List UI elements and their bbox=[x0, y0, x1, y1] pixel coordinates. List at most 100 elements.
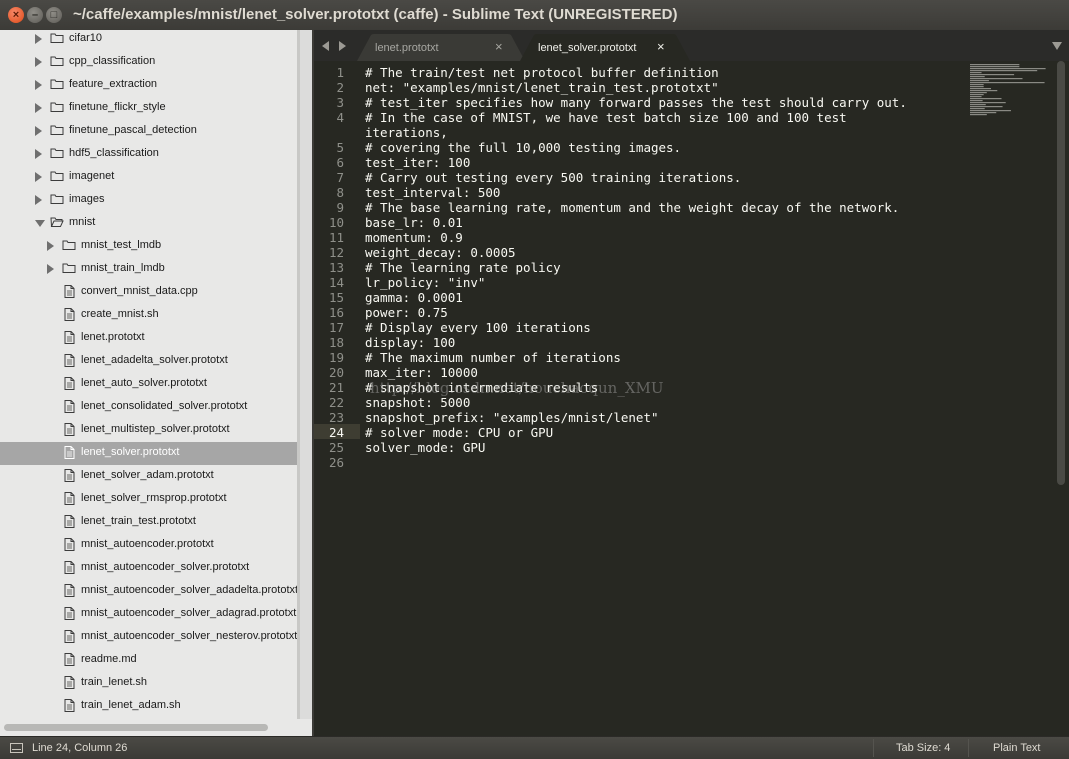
line-number: 19 bbox=[328, 350, 344, 365]
code-line[interactable]: base_lr: 0.01 bbox=[365, 215, 463, 230]
line-number: 7 bbox=[336, 170, 344, 185]
sidebar-folder[interactable]: hdf5_classification bbox=[0, 143, 297, 166]
sidebar-folder[interactable]: mnist bbox=[0, 212, 297, 235]
sidebar-file[interactable]: mnist_autoencoder.prototxt bbox=[0, 534, 297, 557]
folder-icon bbox=[50, 148, 64, 158]
sidebar-file[interactable]: lenet_solver_adam.prototxt bbox=[0, 465, 297, 488]
sidebar-file[interactable]: lenet.prototxt bbox=[0, 327, 297, 350]
window-minimize-button[interactable]: – bbox=[27, 7, 43, 23]
sidebar-folder[interactable]: mnist_train_lmdb bbox=[0, 258, 297, 281]
code-line[interactable]: # The base learning rate, momentum and t… bbox=[365, 200, 899, 215]
code-line[interactable]: power: 0.75 bbox=[365, 305, 448, 320]
disclosure-collapsed-icon[interactable] bbox=[35, 57, 42, 67]
file-icon bbox=[64, 331, 75, 344]
line-number: 13 bbox=[328, 260, 344, 275]
sidebar-file[interactable]: lenet_train_test.prototxt bbox=[0, 511, 297, 534]
sidebar-folder[interactable]: mnist_test_lmdb bbox=[0, 235, 297, 258]
tab-list-dropdown-icon[interactable] bbox=[1052, 42, 1062, 50]
sidebar-item-label: hdf5_classification bbox=[69, 147, 159, 159]
code-line[interactable]: # Carry out testing every 500 training i… bbox=[365, 170, 741, 185]
sidebar-folder[interactable]: cpp_classification bbox=[0, 51, 297, 74]
sidebar-folder[interactable]: finetune_pascal_detection bbox=[0, 120, 297, 143]
disclosure-collapsed-icon[interactable] bbox=[47, 264, 54, 274]
code-line[interactable]: # Display every 100 iterations bbox=[365, 320, 591, 335]
line-number: 18 bbox=[328, 335, 344, 350]
file-icon bbox=[64, 584, 75, 597]
disclosure-collapsed-icon[interactable] bbox=[35, 172, 42, 182]
code-line[interactable]: weight_decay: 0.0005 bbox=[365, 245, 516, 260]
code-line[interactable]: lr_policy: "inv" bbox=[365, 275, 485, 290]
sidebar-file[interactable]: mnist_autoencoder_solver_nesterov.protot… bbox=[0, 626, 297, 649]
sidebar-folder[interactable]: imagenet bbox=[0, 166, 297, 189]
sidebar-file[interactable]: train_lenet.sh bbox=[0, 672, 297, 695]
sidebar-folder[interactable]: finetune_flickr_style bbox=[0, 97, 297, 120]
folder-icon bbox=[62, 263, 76, 273]
code-line[interactable]: # solver mode: CPU or GPU bbox=[365, 425, 553, 440]
sidebar-file[interactable]: mnist_autoencoder_solver_adagrad.prototx… bbox=[0, 603, 297, 626]
disclosure-collapsed-icon[interactable] bbox=[35, 149, 42, 159]
sidebar-file[interactable]: lenet_solver.prototxt bbox=[0, 442, 297, 465]
line-number: 5 bbox=[336, 140, 344, 155]
code-line[interactable]: display: 100 bbox=[365, 335, 455, 350]
code-line[interactable]: solver_mode: GPU bbox=[365, 440, 485, 455]
code-line[interactable]: test_iter: 100 bbox=[365, 155, 470, 170]
disclosure-collapsed-icon[interactable] bbox=[35, 126, 42, 136]
disclosure-collapsed-icon[interactable] bbox=[47, 241, 54, 251]
close-icon[interactable]: × bbox=[495, 39, 503, 54]
code-line[interactable]: # The learning rate policy bbox=[365, 260, 561, 275]
syntax-selector[interactable]: Plain Text bbox=[993, 742, 1041, 754]
sidebar-item-label: lenet_solver.prototxt bbox=[81, 446, 180, 458]
code-line[interactable]: # test_iter specifies how many forward p… bbox=[365, 95, 907, 110]
sidebar-file[interactable]: convert_mnist_data.cpp bbox=[0, 281, 297, 304]
code-editor[interactable]: 1 # The train/test net protocol buffer de… bbox=[314, 61, 1069, 736]
tab-lenet-prototxt[interactable]: lenet.prototxt × bbox=[357, 34, 525, 61]
code-line[interactable]: # The train/test net protocol buffer def… bbox=[365, 65, 719, 80]
minimap[interactable] bbox=[970, 64, 1050, 124]
sidebar-item-label: lenet_adadelta_solver.prototxt bbox=[81, 354, 228, 366]
sidebar-vertical-scrollbar[interactable] bbox=[300, 30, 312, 719]
code-line[interactable]: snapshot: 5000 bbox=[365, 395, 470, 410]
sidebar-file[interactable]: lenet_solver_rmsprop.prototxt bbox=[0, 488, 297, 511]
disclosure-expanded-icon[interactable] bbox=[35, 220, 45, 227]
close-icon[interactable]: × bbox=[657, 39, 665, 54]
code-line[interactable]: snapshot_prefix: "examples/mnist/lenet" bbox=[365, 410, 659, 425]
sidebar-file[interactable]: mnist_autoencoder_solver_adadelta.protot… bbox=[0, 580, 297, 603]
tab-nav-left-icon[interactable] bbox=[322, 41, 329, 51]
disclosure-collapsed-icon[interactable] bbox=[35, 34, 42, 44]
sidebar-file[interactable]: lenet_adadelta_solver.prototxt bbox=[0, 350, 297, 373]
code-line[interactable]: net: "examples/mnist/lenet_train_test.pr… bbox=[365, 80, 719, 95]
disclosure-collapsed-icon[interactable] bbox=[35, 195, 42, 205]
sidebar-folder[interactable]: images bbox=[0, 189, 297, 212]
code-line[interactable]: test_interval: 500 bbox=[365, 185, 500, 200]
code-line[interactable]: # covering the full 10,000 testing image… bbox=[365, 140, 681, 155]
code-line[interactable]: gamma: 0.0001 bbox=[365, 290, 463, 305]
tab-lenet-solver-prototxt[interactable]: lenet_solver.prototxt × bbox=[520, 34, 690, 61]
panel-toggle-icon[interactable] bbox=[10, 743, 23, 753]
sidebar-file[interactable]: lenet_consolidated_solver.prototxt bbox=[0, 396, 297, 419]
tab-nav-right-icon[interactable] bbox=[339, 41, 346, 51]
sidebar-file[interactable]: readme.md bbox=[0, 649, 297, 672]
tab-size-selector[interactable]: Tab Size: 4 bbox=[896, 742, 950, 754]
code-line[interactable]: iterations, bbox=[365, 125, 448, 140]
disclosure-collapsed-icon[interactable] bbox=[35, 103, 42, 113]
code-line[interactable]: # In the case of MNIST, we have test bat… bbox=[365, 110, 847, 125]
minimap-line bbox=[970, 102, 1006, 104]
code-line[interactable]: max_iter: 10000 bbox=[365, 365, 478, 380]
sidebar-file[interactable]: train_lenet_adam.sh bbox=[0, 695, 297, 718]
sidebar-file[interactable]: mnist_autoencoder_solver.prototxt bbox=[0, 557, 297, 580]
window-maximize-button[interactable]: □ bbox=[46, 7, 62, 23]
sidebar-folder[interactable]: feature_extraction bbox=[0, 74, 297, 97]
sidebar-item-label: feature_extraction bbox=[69, 78, 158, 90]
sidebar-folder[interactable]: cifar10 bbox=[0, 30, 297, 51]
editor-vertical-scrollbar[interactable] bbox=[1057, 61, 1065, 485]
code-line[interactable]: momentum: 0.9 bbox=[365, 230, 463, 245]
window-close-button[interactable]: × bbox=[8, 7, 24, 23]
sidebar-file[interactable]: lenet_auto_solver.prototxt bbox=[0, 373, 297, 396]
sidebar-file[interactable]: lenet_multistep_solver.prototxt bbox=[0, 419, 297, 442]
sidebar-horizontal-scrollbar[interactable] bbox=[4, 724, 268, 731]
sidebar-file[interactable]: create_mnist.sh bbox=[0, 304, 297, 327]
disclosure-collapsed-icon[interactable] bbox=[35, 80, 42, 90]
status-divider bbox=[968, 739, 969, 757]
code-line[interactable]: # The maximum number of iterations bbox=[365, 350, 621, 365]
minimap-line bbox=[970, 114, 987, 116]
